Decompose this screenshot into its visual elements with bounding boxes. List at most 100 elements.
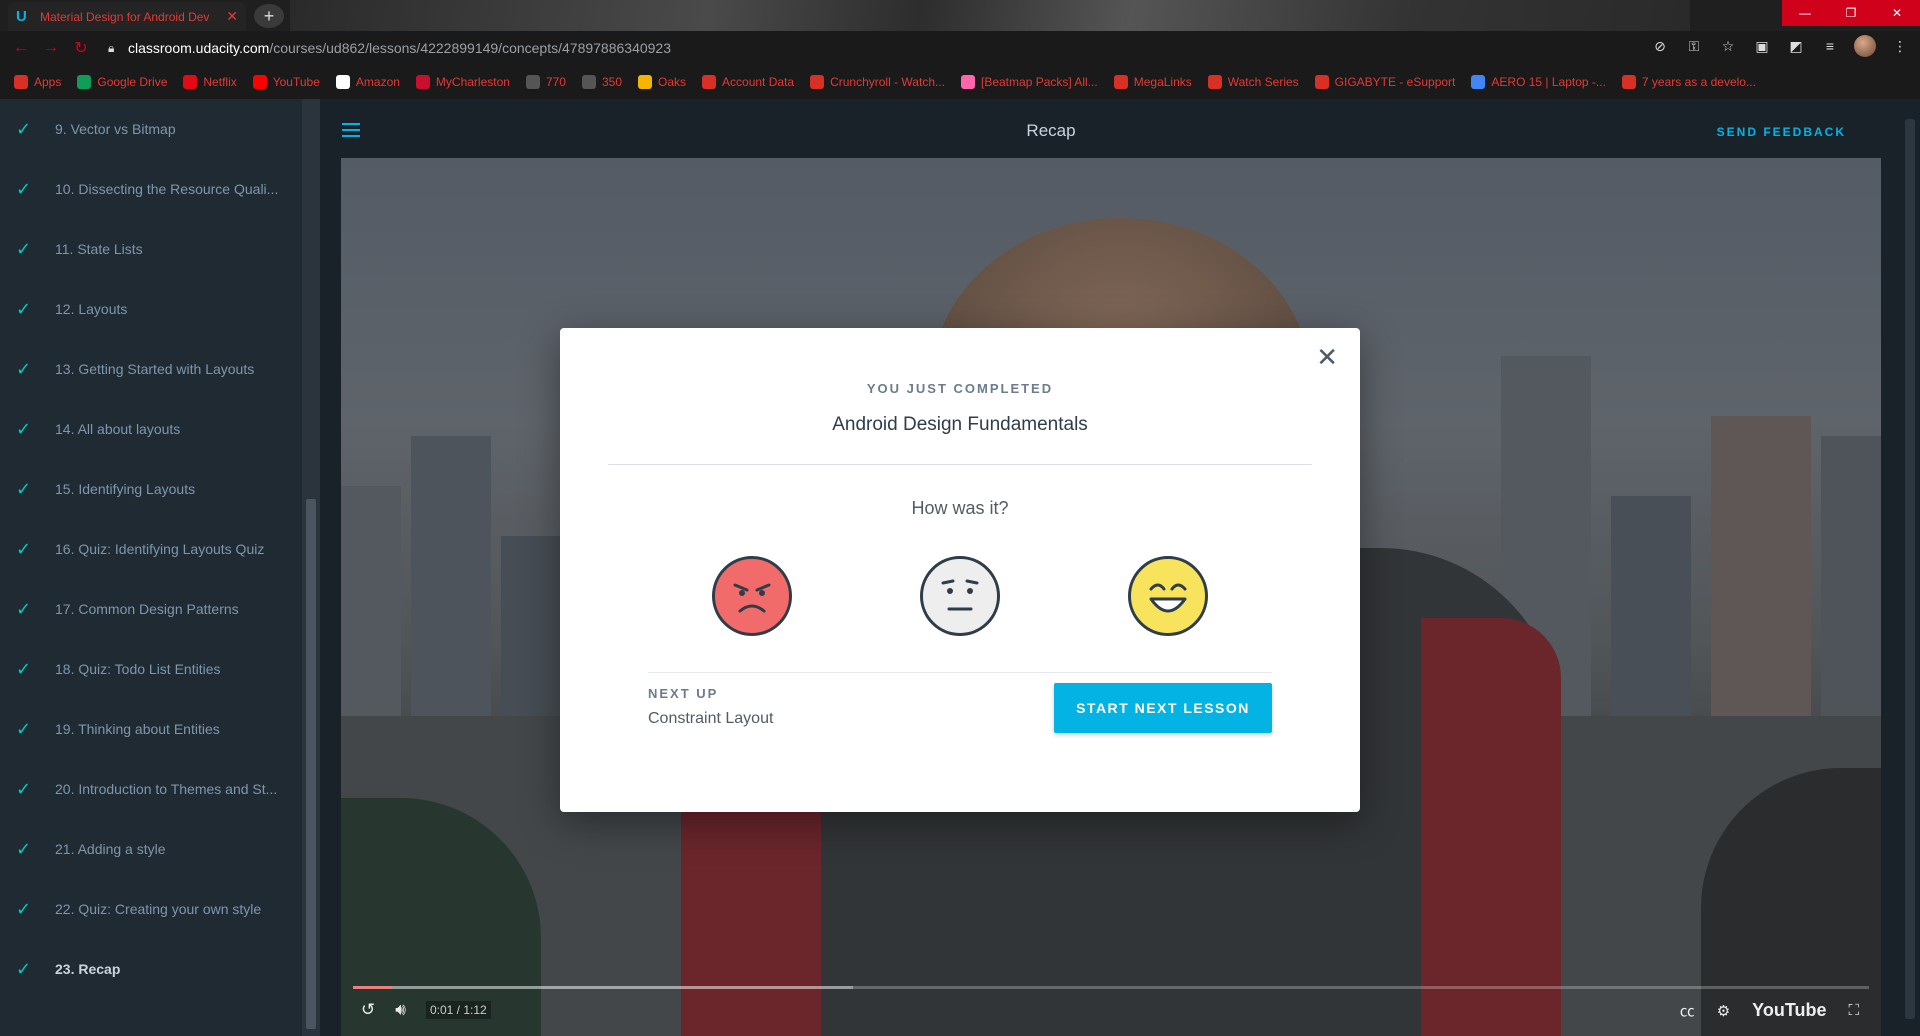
check-icon: ✓ bbox=[16, 478, 32, 499]
sidebar-lesson-item[interactable]: ✓ 12. Layouts bbox=[0, 279, 302, 339]
bookmark-item[interactable]: Account Data bbox=[702, 75, 794, 89]
check-icon: ✓ bbox=[16, 358, 32, 379]
sidebar-lesson-label: 12. Layouts bbox=[55, 301, 128, 317]
sidebar-lesson-item[interactable]: ✓ 13. Getting Started with Layouts bbox=[0, 339, 302, 399]
minimize-button[interactable]: — bbox=[1782, 0, 1828, 26]
check-icon: ✓ bbox=[16, 958, 32, 979]
bookmark-label: Crunchyroll - Watch... bbox=[830, 75, 945, 89]
send-feedback-link[interactable]: SEND FEEDBACK bbox=[1717, 125, 1846, 139]
page-scrollbar[interactable] bbox=[1900, 99, 1920, 1036]
sidebar-lesson-item[interactable]: ✓ 21. Adding a style bbox=[0, 819, 302, 879]
lesson-sidebar: ✓ 9. Vector vs Bitmap ✓ 10. Dissecting the … bbox=[0, 99, 302, 1036]
angry-face-icon[interactable] bbox=[712, 556, 792, 636]
volume-icon[interactable]: 🔊︎ bbox=[395, 1000, 406, 1020]
profile-avatar[interactable] bbox=[1854, 35, 1876, 57]
address-bar[interactable]: 🔒︎ classroom.udacity.com/courses/ud862/l… bbox=[108, 35, 1638, 61]
reload-button[interactable]: ↻ bbox=[66, 38, 96, 58]
sidebar-lesson-item[interactable]: ✓ 19. Thinking about Entities bbox=[0, 699, 302, 759]
sidebar-lesson-label: 16. Quiz: Identifying Layouts Quiz bbox=[55, 541, 265, 557]
browser-tab[interactable]: U Material Design for Android Dev ✕ bbox=[8, 2, 246, 31]
bookmark-item[interactable]: Apps bbox=[14, 75, 61, 89]
youtube-icon bbox=[252, 75, 267, 89]
bookmark-label: 770 bbox=[545, 75, 566, 89]
bookmark-item[interactable]: Oaks bbox=[638, 75, 686, 89]
bookmark-label: [Beatmap Packs] All... bbox=[981, 75, 1098, 89]
bookmark-item[interactable]: MyCharleston bbox=[415, 75, 510, 89]
next-lesson-title: Constraint Layout bbox=[648, 710, 774, 727]
bookmark-label: Oaks bbox=[658, 75, 687, 89]
sidebar-lesson-item[interactable]: ✓ 20. Introduction to Themes and St... bbox=[0, 759, 302, 819]
sidebar-lesson-item[interactable]: ✓ 11. State Lists bbox=[0, 219, 302, 279]
sidebar-lesson-item[interactable]: ✓ 10. Dissecting the Resource Quali... bbox=[0, 159, 302, 219]
sidebar-lesson-label: 18. Quiz: Todo List Entities bbox=[55, 661, 221, 677]
bookmark-label: YouTube bbox=[272, 75, 320, 89]
bookmark-item[interactable]: Netflix bbox=[183, 75, 237, 89]
bookmark-item[interactable]: Crunchyroll - Watch... bbox=[810, 75, 945, 89]
sidebar-lesson-item[interactable]: ✓ 14. All about layouts bbox=[0, 399, 302, 459]
sidebar-lesson-item[interactable]: ✓ 18. Quiz: Todo List Entities bbox=[0, 639, 302, 699]
happy-face-icon[interactable] bbox=[1128, 556, 1208, 636]
bookmark-label: Account Data bbox=[722, 75, 795, 89]
bookmark-item[interactable]: 7 years as a develo... bbox=[1621, 75, 1756, 89]
sidebar-lesson-item[interactable]: ✓ 17. Common Design Patterns bbox=[0, 579, 302, 639]
browser-tab-bar: U Material Design for Android Dev ✕ + — … bbox=[0, 0, 1920, 31]
netflix-icon bbox=[183, 75, 198, 89]
sidebar-lesson-label: 10. Dissecting the Resource Quali... bbox=[55, 181, 279, 197]
close-icon[interactable]: ✕ bbox=[1316, 344, 1338, 370]
web-icon bbox=[702, 75, 717, 89]
restore-button[interactable]: ❐ bbox=[1828, 0, 1874, 26]
back-button[interactable]: ← bbox=[6, 39, 36, 57]
web-icon bbox=[1621, 75, 1636, 89]
menu-kebab-icon[interactable]: ⋮ bbox=[1890, 38, 1910, 55]
fullscreen-icon[interactable]: ⛶ bbox=[1848, 1002, 1859, 1019]
bookmark-label: Watch Series bbox=[1227, 75, 1299, 89]
lock-icon: 🔒︎ bbox=[108, 40, 115, 55]
divider bbox=[608, 464, 1312, 465]
video-progress-bar[interactable] bbox=[353, 986, 1869, 989]
bookmark-item[interactable]: Google Drive bbox=[77, 75, 167, 89]
bookmark-label: 350 bbox=[601, 75, 623, 89]
video-time: 0:01 / 1:12 bbox=[425, 1001, 491, 1019]
new-tab-button[interactable]: + bbox=[254, 4, 284, 28]
bookmark-item[interactable]: Amazon bbox=[335, 75, 400, 89]
start-next-lesson-button[interactable]: START NEXT LESSON bbox=[1054, 683, 1272, 733]
star-icon[interactable]: ☆ bbox=[1718, 38, 1738, 55]
udacity-favicon-icon: U bbox=[16, 7, 27, 25]
check-icon: ✓ bbox=[16, 178, 32, 199]
bookmark-item[interactable]: [Beatmap Packs] All... bbox=[961, 75, 1098, 89]
sidebar-lesson-label: 9. Vector vs Bitmap bbox=[55, 121, 176, 137]
replay-icon[interactable]: ↺ bbox=[361, 1000, 375, 1020]
sidebar-lesson-item[interactable]: ✓ 23. Recap bbox=[0, 939, 302, 999]
apps-icon bbox=[14, 75, 28, 89]
sidebar-lesson-item[interactable]: ✓ 22. Quiz: Creating your own style bbox=[0, 879, 302, 939]
sidebar-lesson-item[interactable]: ✓ 16. Quiz: Identifying Layouts Quiz bbox=[0, 519, 302, 579]
key-icon[interactable]: ⚿ bbox=[1684, 38, 1704, 55]
bookmark-item[interactable]: GIGABYTE - eSupport bbox=[1314, 75, 1455, 89]
sidebar-lesson-label: 14. All about layouts bbox=[55, 421, 181, 437]
tab-close-icon[interactable]: ✕ bbox=[226, 8, 238, 25]
sidebar-lesson-label: 11. State Lists bbox=[55, 241, 143, 257]
settings-gear-icon[interactable]: ⚙ bbox=[1717, 1002, 1730, 1020]
sidebar-lesson-label: 22. Quiz: Creating your own style bbox=[55, 901, 262, 917]
bookmark-item[interactable]: 350 bbox=[581, 75, 623, 89]
bookmark-item[interactable]: AERO 15 | Laptop -... bbox=[1471, 75, 1606, 89]
reading-list-icon[interactable]: ≡ bbox=[1820, 38, 1840, 54]
bookmark-item[interactable]: MegaLinks bbox=[1113, 75, 1192, 89]
youtube-logo[interactable]: YouTube bbox=[1752, 1000, 1826, 1021]
forward-button[interactable]: → bbox=[36, 39, 66, 57]
bookmark-item[interactable]: YouTube bbox=[252, 75, 320, 89]
gigabyte-icon bbox=[1314, 75, 1329, 89]
captions-icon[interactable]: ㏄ bbox=[1680, 1000, 1695, 1021]
neutral-face-icon[interactable] bbox=[920, 556, 1000, 636]
bookmark-item[interactable]: 770 bbox=[525, 75, 566, 89]
blocked-icon[interactable]: ⊘ bbox=[1650, 38, 1670, 55]
sidebar-lesson-label: 15. Identifying Layouts bbox=[55, 481, 196, 497]
extension-icon[interactable]: ◩ bbox=[1786, 38, 1806, 55]
close-window-button[interactable]: ✕ bbox=[1874, 0, 1920, 26]
url-path: /courses/ud862/lessons/4222899149/concep… bbox=[269, 40, 672, 56]
extension-icon[interactable]: ▣ bbox=[1752, 38, 1772, 55]
sidebar-lesson-item[interactable]: ✓ 15. Identifying Layouts bbox=[0, 459, 302, 519]
sidebar-scrollbar[interactable] bbox=[302, 99, 320, 1036]
bookmark-item[interactable]: Watch Series bbox=[1207, 75, 1299, 89]
sidebar-lesson-item[interactable]: ✓ 9. Vector vs Bitmap bbox=[0, 99, 302, 159]
